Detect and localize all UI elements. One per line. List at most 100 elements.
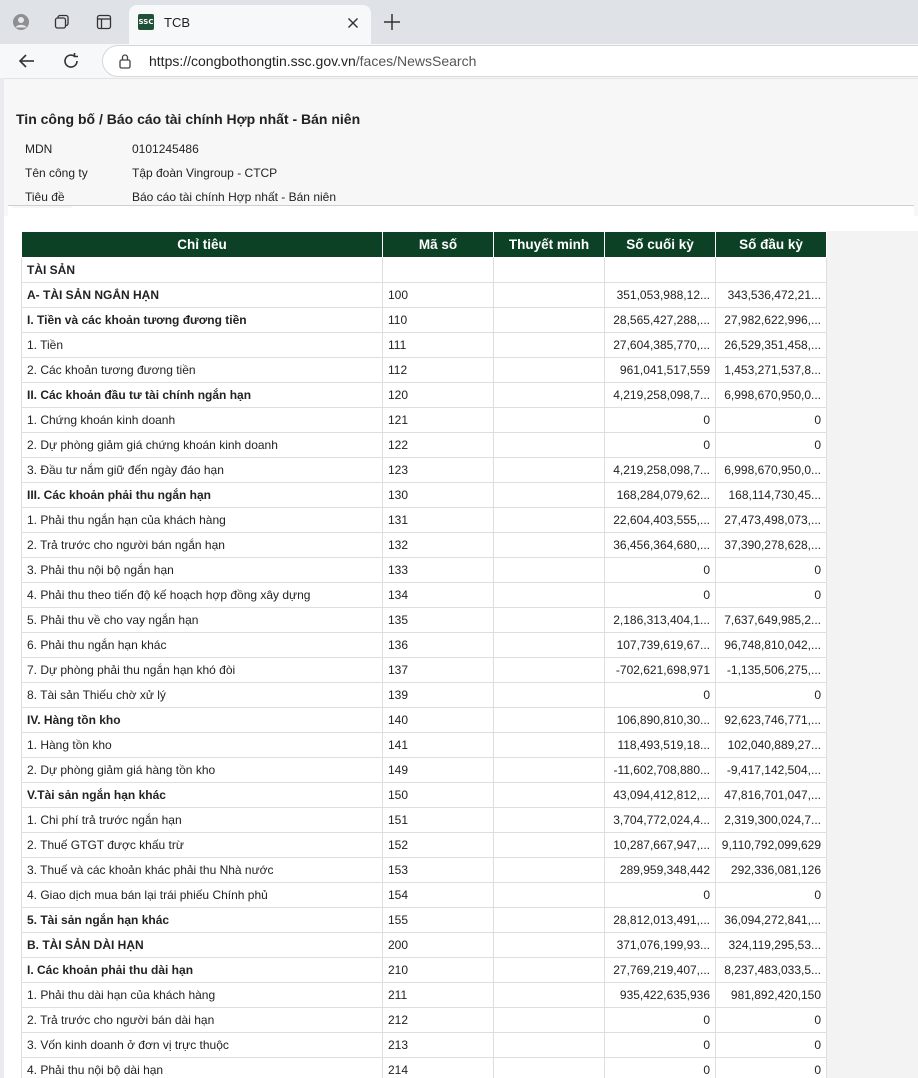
row-indicator-name: 5. Phải thu về cho vay ngắn hạn [21, 607, 383, 633]
table-row[interactable]: I. Tiền và các khoản tương đương tiền 110… [21, 307, 827, 333]
report-tab-active[interactable] [12, 206, 72, 220]
column-header-note[interactable]: Thuyết minh [493, 231, 605, 258]
row-code: 100 [382, 282, 494, 308]
row-code [382, 257, 494, 283]
table-row[interactable]: 8. Tài sản Thiếu chờ xử lý 139 0 0 [21, 682, 827, 708]
browser-tab-active[interactable]: SSC TCB [129, 5, 371, 44]
row-code: 122 [382, 432, 494, 458]
table-row[interactable]: III. Các khoản phải thu ngắn hạn 130 168,2… [21, 482, 827, 508]
profile-button[interactable] [7, 8, 35, 36]
back-button[interactable] [14, 48, 40, 74]
row-note [493, 532, 605, 558]
table-row[interactable]: 5. Phải thu về cho vay ngắn hạn 135 2,186,… [21, 607, 827, 633]
row-end-value: 2,186,313,404,1... [604, 607, 716, 633]
back-arrow-icon [18, 54, 34, 68]
table-row[interactable]: 1. Chi phí trả trước ngắn hạn 151 3,704,77… [21, 807, 827, 833]
table-row[interactable]: 7. Dự phòng phải thu ngắn hạn khó đòi 137… [21, 657, 827, 683]
table-row[interactable]: II. Các khoản đầu tư tài chính ngắn hạn 1… [21, 382, 827, 408]
table-row[interactable]: 2. Trả trước cho người bán dài hạn 212 0 0 [21, 1007, 827, 1033]
row-end-value [604, 257, 716, 283]
column-header-end-period[interactable]: Số cuối kỳ [604, 231, 716, 258]
table-row[interactable]: 1. Chứng khoán kinh doanh 121 0 0 [21, 407, 827, 433]
table-row[interactable]: 4. Phải thu theo tiến độ kế hoạch hợp đồ… [21, 582, 827, 608]
reload-button[interactable] [58, 48, 84, 74]
table-row[interactable]: 1. Phải thu ngắn hạn của khách hàng 131 22… [21, 507, 827, 533]
info-label: Tiêu đề [25, 190, 65, 204]
table-row[interactable]: 2. Trả trước cho người bán ngắn hạn 132 36… [21, 532, 827, 558]
row-end-value: 0 [604, 682, 716, 708]
row-code: 131 [382, 507, 494, 533]
table-row[interactable]: 4. Phải thu nội bộ dài hạn 214 0 0 [21, 1057, 827, 1078]
row-note [493, 807, 605, 833]
table-row[interactable]: V.Tài sản ngắn hạn khác 150 43,094,412,812… [21, 782, 827, 808]
column-header-code[interactable]: Mã số [382, 231, 494, 258]
row-note [493, 957, 605, 983]
row-indicator-name: 3. Vốn kinh doanh ở đơn vị trực thuộc [21, 1032, 383, 1058]
row-note [493, 1057, 605, 1078]
address-bar[interactable]: https://congbothongtin.ssc.gov.vn/faces/… [102, 45, 918, 77]
table-row[interactable]: 2. Dự phòng giảm giá chứng khoán kinh do… [21, 432, 827, 458]
row-indicator-name: 3. Phải thu nội bộ ngắn hạn [21, 557, 383, 583]
row-start-value: 9,110,792,099,629 [715, 832, 827, 858]
row-indicator-name: 4. Phải thu nội bộ dài hạn [21, 1057, 383, 1078]
table-row[interactable]: 5. Tài sản ngắn hạn khác 155 28,812,013,49… [21, 907, 827, 933]
table-row[interactable]: 1. Hàng tồn kho 141 118,493,519,18... 102,0… [21, 732, 827, 758]
table-row[interactable]: 2. Thuế GTGT được khấu trừ 152 10,287,667,… [21, 832, 827, 858]
close-tab-icon[interactable] [345, 15, 361, 31]
workspaces-icon [54, 14, 69, 29]
table-row[interactable]: A- TÀI SẢN NGẮN HẠN 100 351,053,988,12... 3… [21, 282, 827, 308]
row-indicator-name: 6. Phải thu ngắn hạn khác [21, 632, 383, 658]
row-code: 110 [382, 307, 494, 333]
url-text[interactable]: https://congbothongtin.ssc.gov.vn/faces/… [149, 53, 476, 69]
row-code: 133 [382, 557, 494, 583]
table-header-row: Chỉ tiêu Mã số Thuyết minh Số cuối kỳ Số… [21, 231, 827, 258]
row-indicator-name: 1. Phải thu ngắn hạn của khách hàng [21, 507, 383, 533]
row-indicator-name: TÀI SẢN [21, 257, 383, 283]
row-end-value: 0 [604, 1057, 716, 1078]
info-label: Tên công ty [25, 166, 88, 180]
table-row[interactable]: 3. Phải thu nội bộ ngắn hạn 133 0 0 [21, 557, 827, 583]
info-value: Báo cáo tài chính Hợp nhất - Bán niên [132, 190, 336, 204]
table-row[interactable]: 3. Vốn kinh doanh ở đơn vị trực thuộc 213… [21, 1032, 827, 1058]
lock-icon[interactable] [118, 53, 132, 69]
row-note [493, 382, 605, 408]
table-row[interactable]: 3. Đầu tư nắm giữ đến ngày đáo hạn 123 4,2… [21, 457, 827, 483]
table-row[interactable]: B. TÀI SẢN DÀI HẠN 200 371,076,199,93... 32… [21, 932, 827, 958]
row-start-value: 26,529,351,458,... [715, 332, 827, 358]
table-row[interactable]: 1. Tiền 111 27,604,385,770,... 26,529,351,4… [21, 332, 827, 358]
row-code: 152 [382, 832, 494, 858]
row-code: 151 [382, 807, 494, 833]
table-row[interactable]: 1. Phải thu dài hạn của khách hàng 211 935… [21, 982, 827, 1008]
column-header-start-period[interactable]: Số đầu kỳ [715, 231, 827, 258]
row-code: 123 [382, 457, 494, 483]
url-host: https://congbothongtin.ssc.gov.vn [149, 53, 356, 69]
row-note [493, 432, 605, 458]
table-row[interactable]: I. Các khoản phải thu dài hạn 210 27,769,2… [21, 957, 827, 983]
table-row[interactable]: 4. Giao dịch mua bán lại trái phiếu Chín… [21, 882, 827, 908]
table-row[interactable]: TÀI SẢN [21, 257, 827, 283]
column-header-indicator[interactable]: Chỉ tiêu [21, 231, 383, 258]
row-code: 137 [382, 657, 494, 683]
row-code: 139 [382, 682, 494, 708]
site-favicon-icon: SSC [138, 14, 154, 30]
table-row[interactable]: 6. Phải thu ngắn hạn khác 136 107,739,619,… [21, 632, 827, 658]
row-start-value: 0 [715, 407, 827, 433]
row-indicator-name: 1. Chi phí trả trước ngắn hạn [21, 807, 383, 833]
new-tab-icon[interactable] [381, 11, 403, 33]
table-row[interactable]: 2. Các khoản tương đương tiền 112 961,041,… [21, 357, 827, 383]
row-end-value: 289,959,348,442 [604, 857, 716, 883]
row-end-value: 10,287,667,947,... [604, 832, 716, 858]
row-note [493, 632, 605, 658]
row-indicator-name: 2. Dự phòng giảm giá chứng khoán kinh do… [21, 432, 383, 458]
row-start-value: 92,623,746,771,... [715, 707, 827, 733]
row-end-value: 27,604,385,770,... [604, 332, 716, 358]
table-row[interactable]: IV. Hàng tồn kho 140 106,890,810,30... 92,6… [21, 707, 827, 733]
row-start-value: 0 [715, 682, 827, 708]
workspaces-button[interactable] [48, 8, 76, 36]
table-row[interactable]: 3. Thuế và các khoản khác phải thu Nhà n… [21, 857, 827, 883]
row-start-value: 7,637,649,985,2... [715, 607, 827, 633]
tab-actions-button[interactable] [90, 8, 118, 36]
browser-tab-bar: SSC TCB [0, 0, 918, 44]
table-row[interactable]: 2. Dự phòng giảm giá hàng tồn kho 149 -11,… [21, 757, 827, 783]
row-start-value: 102,040,889,27... [715, 732, 827, 758]
